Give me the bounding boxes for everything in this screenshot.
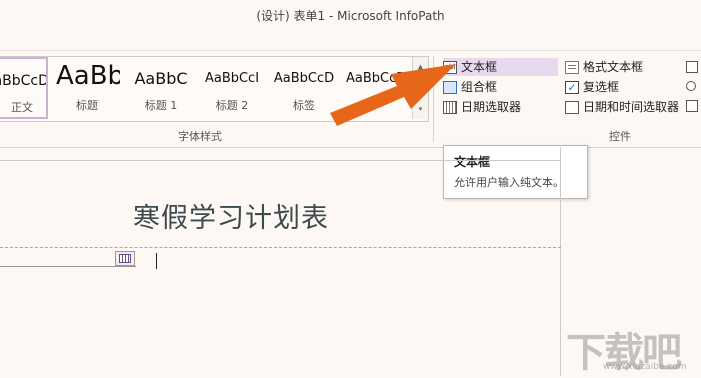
watermark-url: www.xiazaiba.com — [603, 362, 687, 372]
arrow-icon — [330, 64, 456, 126]
